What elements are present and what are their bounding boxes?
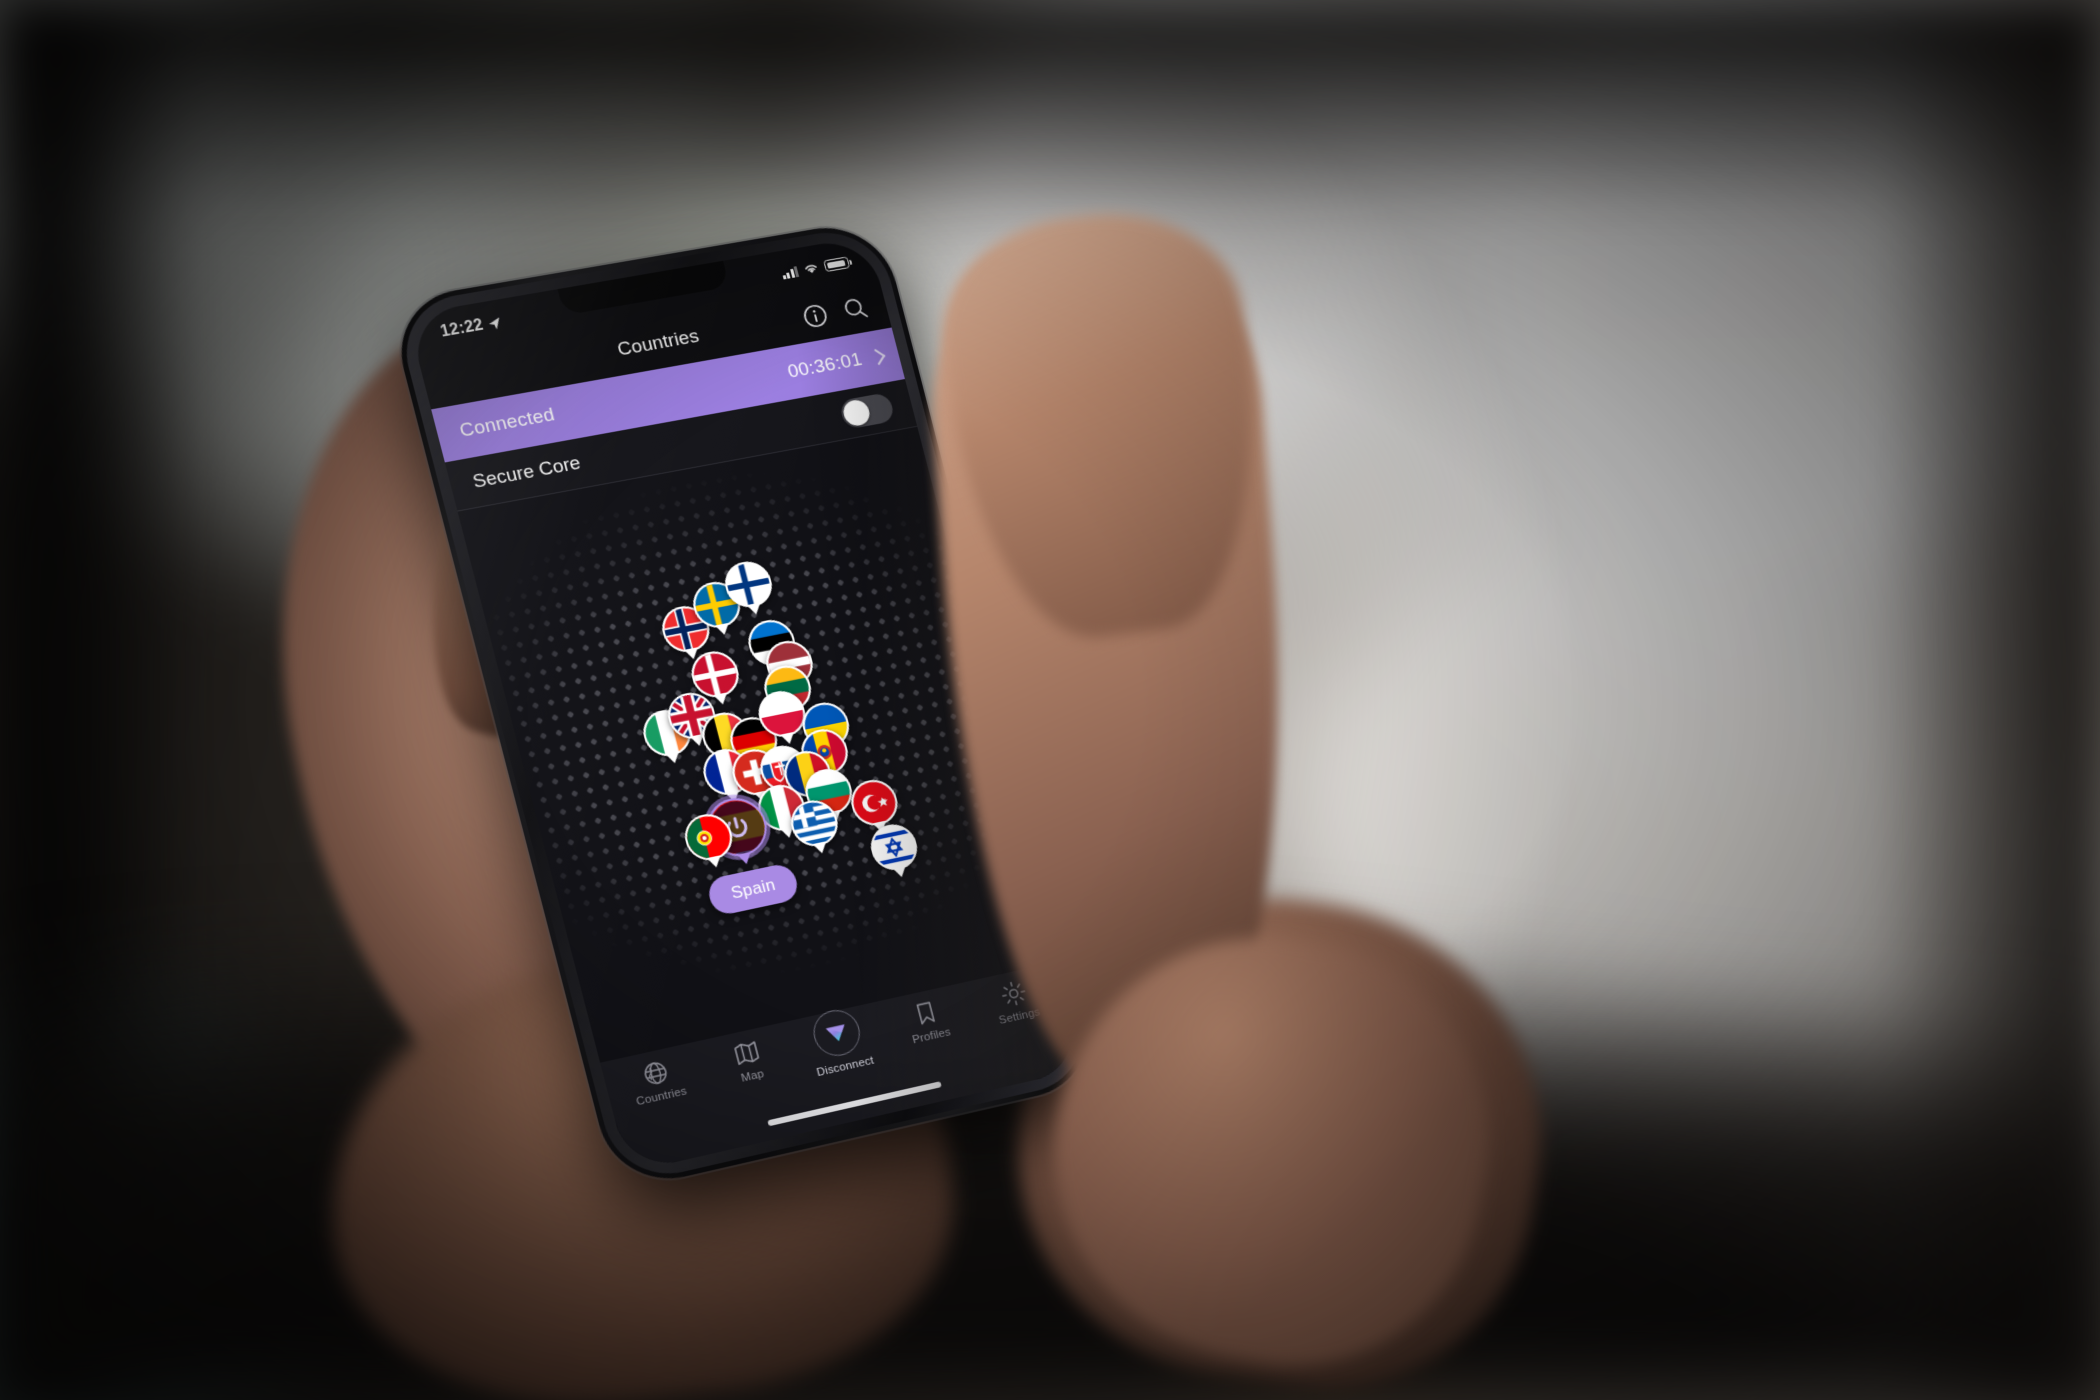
photo-scene: 12:22 Countries [0, 0, 2100, 1400]
vignette [0, 0, 2100, 1400]
